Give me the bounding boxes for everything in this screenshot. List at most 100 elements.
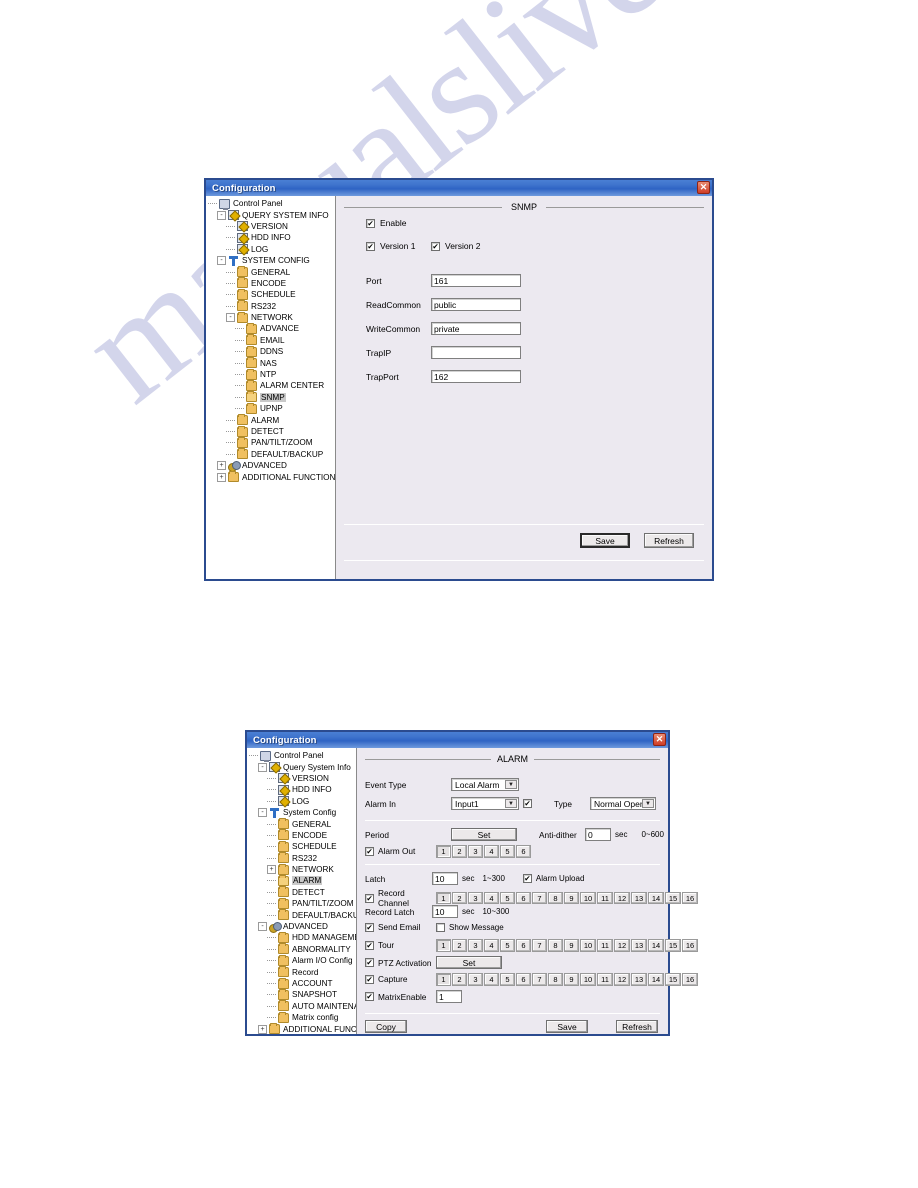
navigation-tree[interactable]: Control Panel - QUERY SYSTEM INFO VERSION HD…	[206, 196, 336, 579]
capture-checkbox[interactable]	[365, 974, 374, 984]
tree-item-control-panel[interactable]: Control Panel	[208, 198, 335, 210]
port-input[interactable]: 161	[431, 274, 521, 287]
record-channel-checkbox[interactable]	[365, 893, 374, 903]
chevron-down-icon[interactable]: ▼	[505, 780, 517, 789]
tree-item-record[interactable]: Record	[249, 966, 356, 978]
expand-icon[interactable]: +	[258, 1024, 267, 1034]
tree-item-ddns[interactable]: DDNS	[208, 345, 335, 357]
tree-item-advanced[interactable]: + ADVANCED	[208, 460, 335, 472]
channel-button[interactable]: 14	[648, 891, 664, 905]
channel-button[interactable]: 16	[682, 939, 698, 952]
channel-button[interactable]: 14	[648, 939, 664, 952]
expand-icon[interactable]: +	[217, 472, 226, 482]
event-type-select[interactable]: Local Alarm ▼	[451, 778, 519, 791]
tree-item-network[interactable]: - NETWORK	[208, 311, 335, 323]
channel-button[interactable]: 12	[614, 891, 630, 905]
channel-button[interactable]: 5	[500, 973, 515, 986]
tree-item-alarm-center[interactable]: ALARM CENTER	[208, 379, 335, 391]
tree-item-additional-function[interactable]: + ADDITIONAL FUNCTION	[208, 471, 335, 483]
tree-item-abnormality[interactable]: ABNORMALITY	[249, 943, 356, 955]
send-email-checkbox[interactable]	[365, 922, 374, 932]
tree-item-hdd-info[interactable]: HDD INFO	[249, 784, 356, 795]
tree-item-alarm[interactable]: ALARM	[249, 874, 356, 886]
channel-button[interactable]: 1	[436, 939, 451, 952]
tree-item-pan-tilt-zoom[interactable]: PAN/TILT/ZOOM	[208, 436, 335, 448]
tree-item-ntp[interactable]: NTP	[208, 368, 335, 380]
channel-button[interactable]: 16	[682, 973, 698, 986]
channel-button[interactable]: 9	[564, 973, 579, 986]
channel-button[interactable]: 6	[516, 973, 531, 986]
channel-button[interactable]: 3	[468, 891, 483, 905]
tree-item-upnp[interactable]: UPNP	[208, 402, 335, 414]
channel-button[interactable]: 15	[665, 939, 681, 952]
tree-item-control-panel[interactable]: Control Panel	[249, 750, 356, 762]
channel-button[interactable]: 6	[516, 891, 531, 905]
channel-button[interactable]: 12	[614, 939, 630, 952]
channel-button[interactable]: 4	[484, 973, 499, 986]
save-button[interactable]: Save	[546, 1020, 588, 1033]
collapse-icon[interactable]: -	[217, 256, 226, 266]
channel-button[interactable]: 8	[548, 939, 563, 952]
channel-button[interactable]: 10	[580, 891, 596, 905]
tree-item-matrix-config[interactable]: Matrix config	[249, 1011, 356, 1023]
alarm-in-checkbox[interactable]	[523, 799, 532, 808]
record-latch-input[interactable]: 10	[432, 905, 458, 918]
tree-item-additional-function[interactable]: + ADDITIONAL FUNCTION	[249, 1023, 356, 1034]
matrix-enable-input[interactable]: 1	[436, 990, 462, 1003]
navigation-tree[interactable]: Control Panel - Query System Info VERSION HD…	[247, 748, 357, 1034]
tree-item-advanced[interactable]: - ADVANCED	[249, 921, 356, 933]
close-icon[interactable]: ✕	[653, 733, 666, 746]
channel-button[interactable]: 4	[484, 845, 499, 858]
alarm-out-channels[interactable]: 123456	[436, 845, 532, 858]
tree-item-version[interactable]: VERSION	[249, 773, 356, 784]
channel-button[interactable]: 16	[682, 891, 698, 905]
tree-item-rs232[interactable]: RS232	[249, 852, 356, 864]
channel-button[interactable]: 11	[597, 973, 613, 986]
channel-button[interactable]: 2	[452, 973, 467, 986]
tree-item-encode[interactable]: ENCODE	[249, 829, 356, 841]
tour-channels[interactable]: 1 2 3 4 5 6 7 8 9 10 11 12 13 14 15 16	[436, 939, 699, 952]
tree-item-rs232[interactable]: RS232	[208, 300, 335, 312]
alarm-out-checkbox[interactable]	[365, 846, 374, 856]
tree-item-advance[interactable]: ADVANCE	[208, 322, 335, 334]
collapse-icon[interactable]: -	[258, 762, 267, 772]
channel-button[interactable]: 1	[436, 973, 451, 986]
collapse-icon[interactable]: -	[258, 922, 267, 932]
channel-button[interactable]: 15	[665, 891, 681, 905]
chevron-down-icon[interactable]: ▼	[505, 799, 517, 808]
tree-item-schedule[interactable]: SCHEDULE	[249, 840, 356, 852]
channel-button[interactable]: 13	[631, 973, 647, 986]
latch-input[interactable]: 10	[432, 872, 458, 885]
refresh-button[interactable]: Refresh	[644, 533, 694, 548]
matrix-enable-checkbox[interactable]	[365, 992, 374, 1001]
channel-button[interactable]: 10	[580, 939, 596, 952]
channel-button[interactable]: 3	[468, 845, 483, 858]
type-select[interactable]: Normal Open ▼	[590, 797, 656, 810]
collapse-icon[interactable]: -	[226, 313, 235, 323]
tree-item-default-backup[interactable]: DEFAULT/BACKUP	[208, 448, 335, 460]
tree-item-query-system-info[interactable]: - QUERY SYSTEM INFO	[208, 209, 335, 221]
channel-button[interactable]: 13	[631, 939, 647, 952]
tree-item-nas[interactable]: NAS	[208, 357, 335, 369]
channel-button[interactable]: 4	[484, 891, 499, 905]
channel-button[interactable]: 5	[500, 845, 515, 858]
tree-item-detect[interactable]: DETECT	[249, 886, 356, 898]
tree-item-default-backup[interactable]: DEFAULT/BACKUP	[249, 909, 356, 921]
writecommon-input[interactable]: private	[431, 322, 521, 335]
tree-item-system-config[interactable]: - SYSTEM CONFIG	[208, 255, 335, 266]
channel-button[interactable]: 1	[436, 845, 451, 858]
collapse-icon[interactable]: -	[258, 808, 267, 818]
channel-button[interactable]: 7	[532, 939, 547, 952]
tree-item-schedule[interactable]: SCHEDULE	[208, 288, 335, 300]
channel-button[interactable]: 3	[468, 939, 483, 952]
alarm-in-select[interactable]: Input1 ▼	[451, 797, 519, 810]
channel-button[interactable]: 10	[580, 973, 596, 986]
channel-button[interactable]: 8	[548, 891, 563, 905]
tree-item-hdd-info[interactable]: HDD INFO	[208, 232, 335, 243]
antidither-input[interactable]: 0	[585, 828, 611, 841]
tree-item-version[interactable]: VERSION	[208, 221, 335, 232]
ptz-activation-checkbox[interactable]	[365, 958, 374, 967]
ptz-set-button[interactable]: Set	[436, 956, 502, 969]
capture-channels[interactable]: 1 2 3 4 5 6 7 8 9 10 11 12 13 14 15 16	[436, 973, 699, 986]
enable-checkbox[interactable]	[366, 218, 375, 228]
